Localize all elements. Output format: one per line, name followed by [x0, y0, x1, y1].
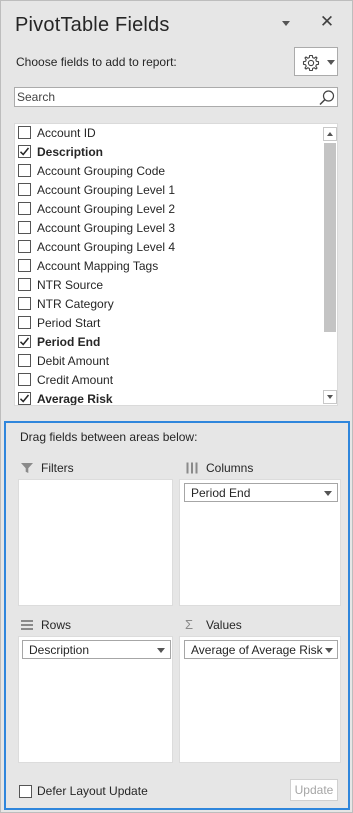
chevron-down-icon: [327, 60, 335, 65]
checkmark-icon: [19, 147, 30, 156]
rows-icon: [21, 620, 33, 630]
field-checkbox[interactable]: [18, 145, 31, 158]
field-label: Debit Amount: [37, 354, 110, 368]
field-checkbox[interactable]: [18, 278, 31, 291]
checkmark-icon: [19, 394, 30, 403]
pill-label: Average of Average Risk: [191, 643, 323, 657]
field-checkbox[interactable]: [18, 221, 31, 234]
pivottable-fields-pane: PivotTable Fields ✕ Choose fields to add…: [0, 0, 353, 813]
field-label: Account Grouping Code: [37, 164, 166, 178]
columns-label: Columns: [206, 461, 254, 475]
field-list-item[interactable]: Account Grouping Level 2: [15, 200, 321, 219]
field-list-item[interactable]: Debit Amount: [15, 352, 321, 371]
scroll-down-button[interactable]: [323, 390, 337, 404]
chevron-down-icon[interactable]: [157, 648, 165, 653]
scroll-up-button[interactable]: [323, 127, 337, 141]
field-checkbox[interactable]: [18, 392, 31, 405]
areas-section: Drag fields between areas below: Filters…: [4, 421, 350, 810]
drag-fields-label: Drag fields between areas below:: [20, 430, 198, 444]
field-label: NTR Category: [37, 297, 114, 311]
field-label: Description: [37, 145, 104, 159]
chevron-down-icon[interactable]: [325, 648, 333, 653]
field-checkbox[interactable]: [18, 259, 31, 272]
sigma-icon: Σ: [185, 617, 194, 632]
field-settings-button[interactable]: [294, 47, 338, 76]
rows-label: Rows: [41, 618, 72, 632]
field-label: NTR Source: [37, 278, 104, 292]
field-list-item[interactable]: Credit Amount: [15, 371, 321, 390]
field-label: Account Grouping Level 4: [37, 240, 176, 254]
columns-icon: [186, 462, 198, 474]
rows-drop-zone[interactable]: Description: [18, 636, 173, 763]
checkmark-icon: [19, 337, 30, 346]
update-button[interactable]: Update: [290, 779, 338, 801]
field-label: Account Mapping Tags: [37, 259, 159, 273]
values-area-header: Σ Values: [185, 618, 335, 634]
defer-layout-checkbox[interactable]: [19, 785, 32, 798]
scroll-thumb[interactable]: [324, 143, 336, 332]
field-list[interactable]: Account ID Description Account Grouping Co…: [14, 123, 338, 406]
field-list-item[interactable]: Account ID: [15, 124, 321, 143]
field-list-item[interactable]: Average Risk: [15, 390, 321, 406]
filters-label: Filters: [41, 461, 74, 475]
field-list-item[interactable]: Period End: [15, 333, 321, 352]
rows-field-pill[interactable]: Description: [22, 640, 171, 659]
values-label: Values: [206, 618, 242, 632]
field-list-item[interactable]: Account Grouping Code: [15, 162, 321, 181]
field-checkbox[interactable]: [18, 202, 31, 215]
field-checkbox[interactable]: [18, 373, 31, 386]
pill-label: Description: [29, 643, 90, 657]
field-checkbox[interactable]: [18, 164, 31, 177]
field-checkbox[interactable]: [18, 126, 31, 139]
search-input[interactable]: [17, 89, 317, 105]
field-label: Account Grouping Level 2: [37, 202, 176, 216]
field-checkbox[interactable]: [18, 316, 31, 329]
filters-drop-zone[interactable]: [18, 479, 173, 606]
field-list-item[interactable]: Period Start: [15, 314, 321, 333]
values-field-pill[interactable]: Average of Average Risk: [184, 640, 338, 659]
chevron-down-icon[interactable]: [324, 491, 332, 496]
field-checkbox[interactable]: [18, 335, 31, 348]
field-list-item[interactable]: Account Mapping Tags: [15, 257, 321, 276]
pane-title: PivotTable Fields: [15, 14, 170, 36]
search-icon[interactable]: [318, 89, 336, 107]
choose-fields-label: Choose fields to add to report:: [16, 55, 177, 69]
rows-area-header: Rows: [20, 618, 170, 634]
field-list-scrollbar[interactable]: [322, 124, 337, 405]
field-checkbox[interactable]: [18, 354, 31, 367]
filters-area-header: Filters: [20, 461, 170, 477]
field-list-item[interactable]: Account Grouping Level 3: [15, 219, 321, 238]
arrow-up-icon: [327, 132, 333, 136]
field-label: Account Grouping Level 1: [37, 183, 176, 197]
field-label: Average Risk: [37, 392, 113, 406]
field-label: Credit Amount: [37, 373, 114, 387]
defer-layout-label: Defer Layout Update: [37, 784, 148, 798]
field-label: Period End: [37, 335, 101, 349]
pane-options-dropdown-icon[interactable]: [282, 21, 290, 26]
values-drop-zone[interactable]: Average of Average Risk: [179, 636, 341, 763]
field-checkbox[interactable]: [18, 297, 31, 310]
gear-icon: [302, 54, 320, 72]
field-list-item[interactable]: NTR Category: [15, 295, 321, 314]
pill-label: Period End: [191, 486, 251, 500]
field-list-item[interactable]: Description: [15, 143, 321, 162]
filter-icon: [21, 463, 33, 473]
field-checkbox[interactable]: [18, 183, 31, 196]
field-label: Period Start: [37, 316, 101, 330]
field-list-item[interactable]: Account Grouping Level 4: [15, 238, 321, 257]
arrow-down-icon: [327, 395, 333, 399]
field-checkbox[interactable]: [18, 240, 31, 253]
columns-field-pill[interactable]: Period End: [184, 483, 338, 502]
field-list-item[interactable]: NTR Source: [15, 276, 321, 295]
field-label: Account Grouping Level 3: [37, 221, 176, 235]
search-box: [14, 87, 338, 107]
field-label: Account ID: [37, 126, 96, 140]
columns-area-header: Columns: [185, 461, 335, 477]
field-list-item[interactable]: Account Grouping Level 1: [15, 181, 321, 200]
close-icon[interactable]: ✕: [319, 13, 335, 31]
columns-drop-zone[interactable]: Period End: [179, 479, 341, 606]
